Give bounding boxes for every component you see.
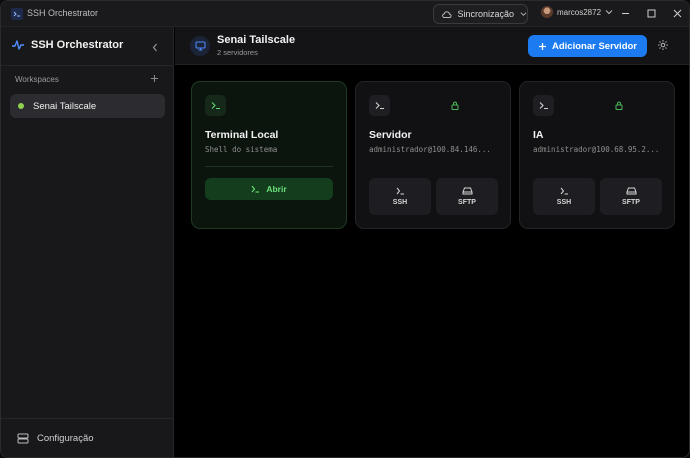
- settings-label: Configuração: [37, 433, 94, 444]
- page-header: Senai Tailscale 2 servidores Adicionar S…: [175, 27, 689, 65]
- server-count: 2 servidores: [217, 48, 258, 57]
- sidebar: SSH Orchestrator Workspaces Senai Tailsc…: [1, 27, 174, 457]
- ssh-label: SSH: [556, 199, 572, 206]
- sftp-label: SFTP: [622, 199, 640, 206]
- sync-label: Sincronização: [457, 9, 515, 19]
- brand: SSH Orchestrator: [11, 39, 123, 51]
- card-title: IA: [533, 129, 544, 141]
- minimize-icon: [621, 12, 629, 14]
- terminal-icon: [369, 95, 390, 116]
- collapse-sidebar-button[interactable]: [151, 41, 159, 55]
- server-card-local: Terminal Local Shell do sistema Abrir: [191, 81, 347, 229]
- workspaces-label: Workspaces: [15, 75, 59, 84]
- chevron-down-icon: [605, 10, 613, 15]
- divider: [1, 65, 174, 66]
- sftp-button[interactable]: SFTP: [436, 178, 498, 215]
- divider: [205, 166, 333, 167]
- chevron-left-icon: [152, 43, 157, 52]
- terminal-icon: [205, 95, 226, 116]
- username: marcos2872: [557, 7, 602, 17]
- window-title: SSH Orchestrator: [27, 8, 99, 18]
- card-subtitle: administrador@100.68.95.2...: [533, 145, 660, 154]
- server-icon: [17, 433, 29, 444]
- chevron-down-icon: [520, 12, 527, 16]
- add-server-label: Adicionar Servidor: [552, 40, 637, 52]
- card-subtitle: Shell do sistema: [205, 145, 278, 154]
- maximize-button[interactable]: [645, 6, 657, 20]
- terminal-icon: [560, 187, 568, 195]
- app-window: SSH Orchestrator Sincronização marcos287…: [0, 0, 690, 458]
- monitor-icon: [190, 36, 210, 56]
- lock-icon: [615, 99, 623, 113]
- card-title: Terminal Local: [205, 129, 279, 141]
- hard-drive-icon: [626, 187, 636, 195]
- window-controls: [619, 6, 683, 20]
- add-server-button[interactable]: Adicionar Servidor: [528, 35, 647, 57]
- open-label: Abrir: [266, 184, 287, 194]
- close-button[interactable]: [671, 6, 683, 20]
- title-bar: SSH Orchestrator Sincronização marcos287…: [1, 1, 689, 27]
- terminal-icon: [396, 187, 404, 195]
- terminal-icon: [251, 185, 260, 193]
- maximize-icon: [647, 9, 655, 17]
- main-content: Terminal Local Shell do sistema Abrir Se…: [175, 66, 689, 457]
- settings-button[interactable]: [657, 39, 669, 54]
- divider: [1, 418, 174, 419]
- user-menu[interactable]: marcos2872: [541, 6, 613, 18]
- close-icon: [673, 9, 681, 17]
- card-title: Servidor: [369, 129, 412, 141]
- sidebar-item-senai-tailscale[interactable]: Senai Tailscale: [10, 94, 165, 118]
- minimize-button[interactable]: [619, 6, 631, 20]
- activity-icon: [12, 40, 24, 50]
- brand-name: SSH Orchestrator: [31, 39, 124, 51]
- avatar: [541, 6, 553, 18]
- ssh-label: SSH: [392, 199, 408, 206]
- plus-icon: [151, 75, 158, 82]
- page-title: Senai Tailscale: [217, 34, 296, 46]
- card-subtitle: administrador@100.84.146...: [369, 145, 491, 154]
- sftp-label: SFTP: [458, 199, 476, 206]
- sftp-button[interactable]: SFTP: [600, 178, 662, 215]
- server-card-ia: IA administrador@100.68.95.2... SSH SFTP: [519, 81, 675, 229]
- app-logo-icon: [11, 8, 23, 20]
- terminal-icon: [533, 95, 554, 116]
- add-workspace-button[interactable]: [150, 72, 159, 86]
- status-dot: [18, 103, 24, 109]
- sync-button[interactable]: Sincronização: [433, 4, 528, 24]
- open-terminal-button[interactable]: Abrir: [205, 178, 333, 200]
- gear-icon: [658, 40, 668, 50]
- cloud-icon: [442, 10, 452, 18]
- ssh-button[interactable]: SSH: [369, 178, 431, 215]
- lock-icon: [451, 99, 459, 113]
- settings-link[interactable]: Configuração: [17, 433, 94, 444]
- hard-drive-icon: [462, 187, 472, 195]
- sidebar-item-label: Senai Tailscale: [33, 100, 97, 112]
- server-card-servidor: Servidor administrador@100.84.146... SSH…: [355, 81, 511, 229]
- ssh-button[interactable]: SSH: [533, 178, 595, 215]
- plus-icon: [539, 42, 546, 50]
